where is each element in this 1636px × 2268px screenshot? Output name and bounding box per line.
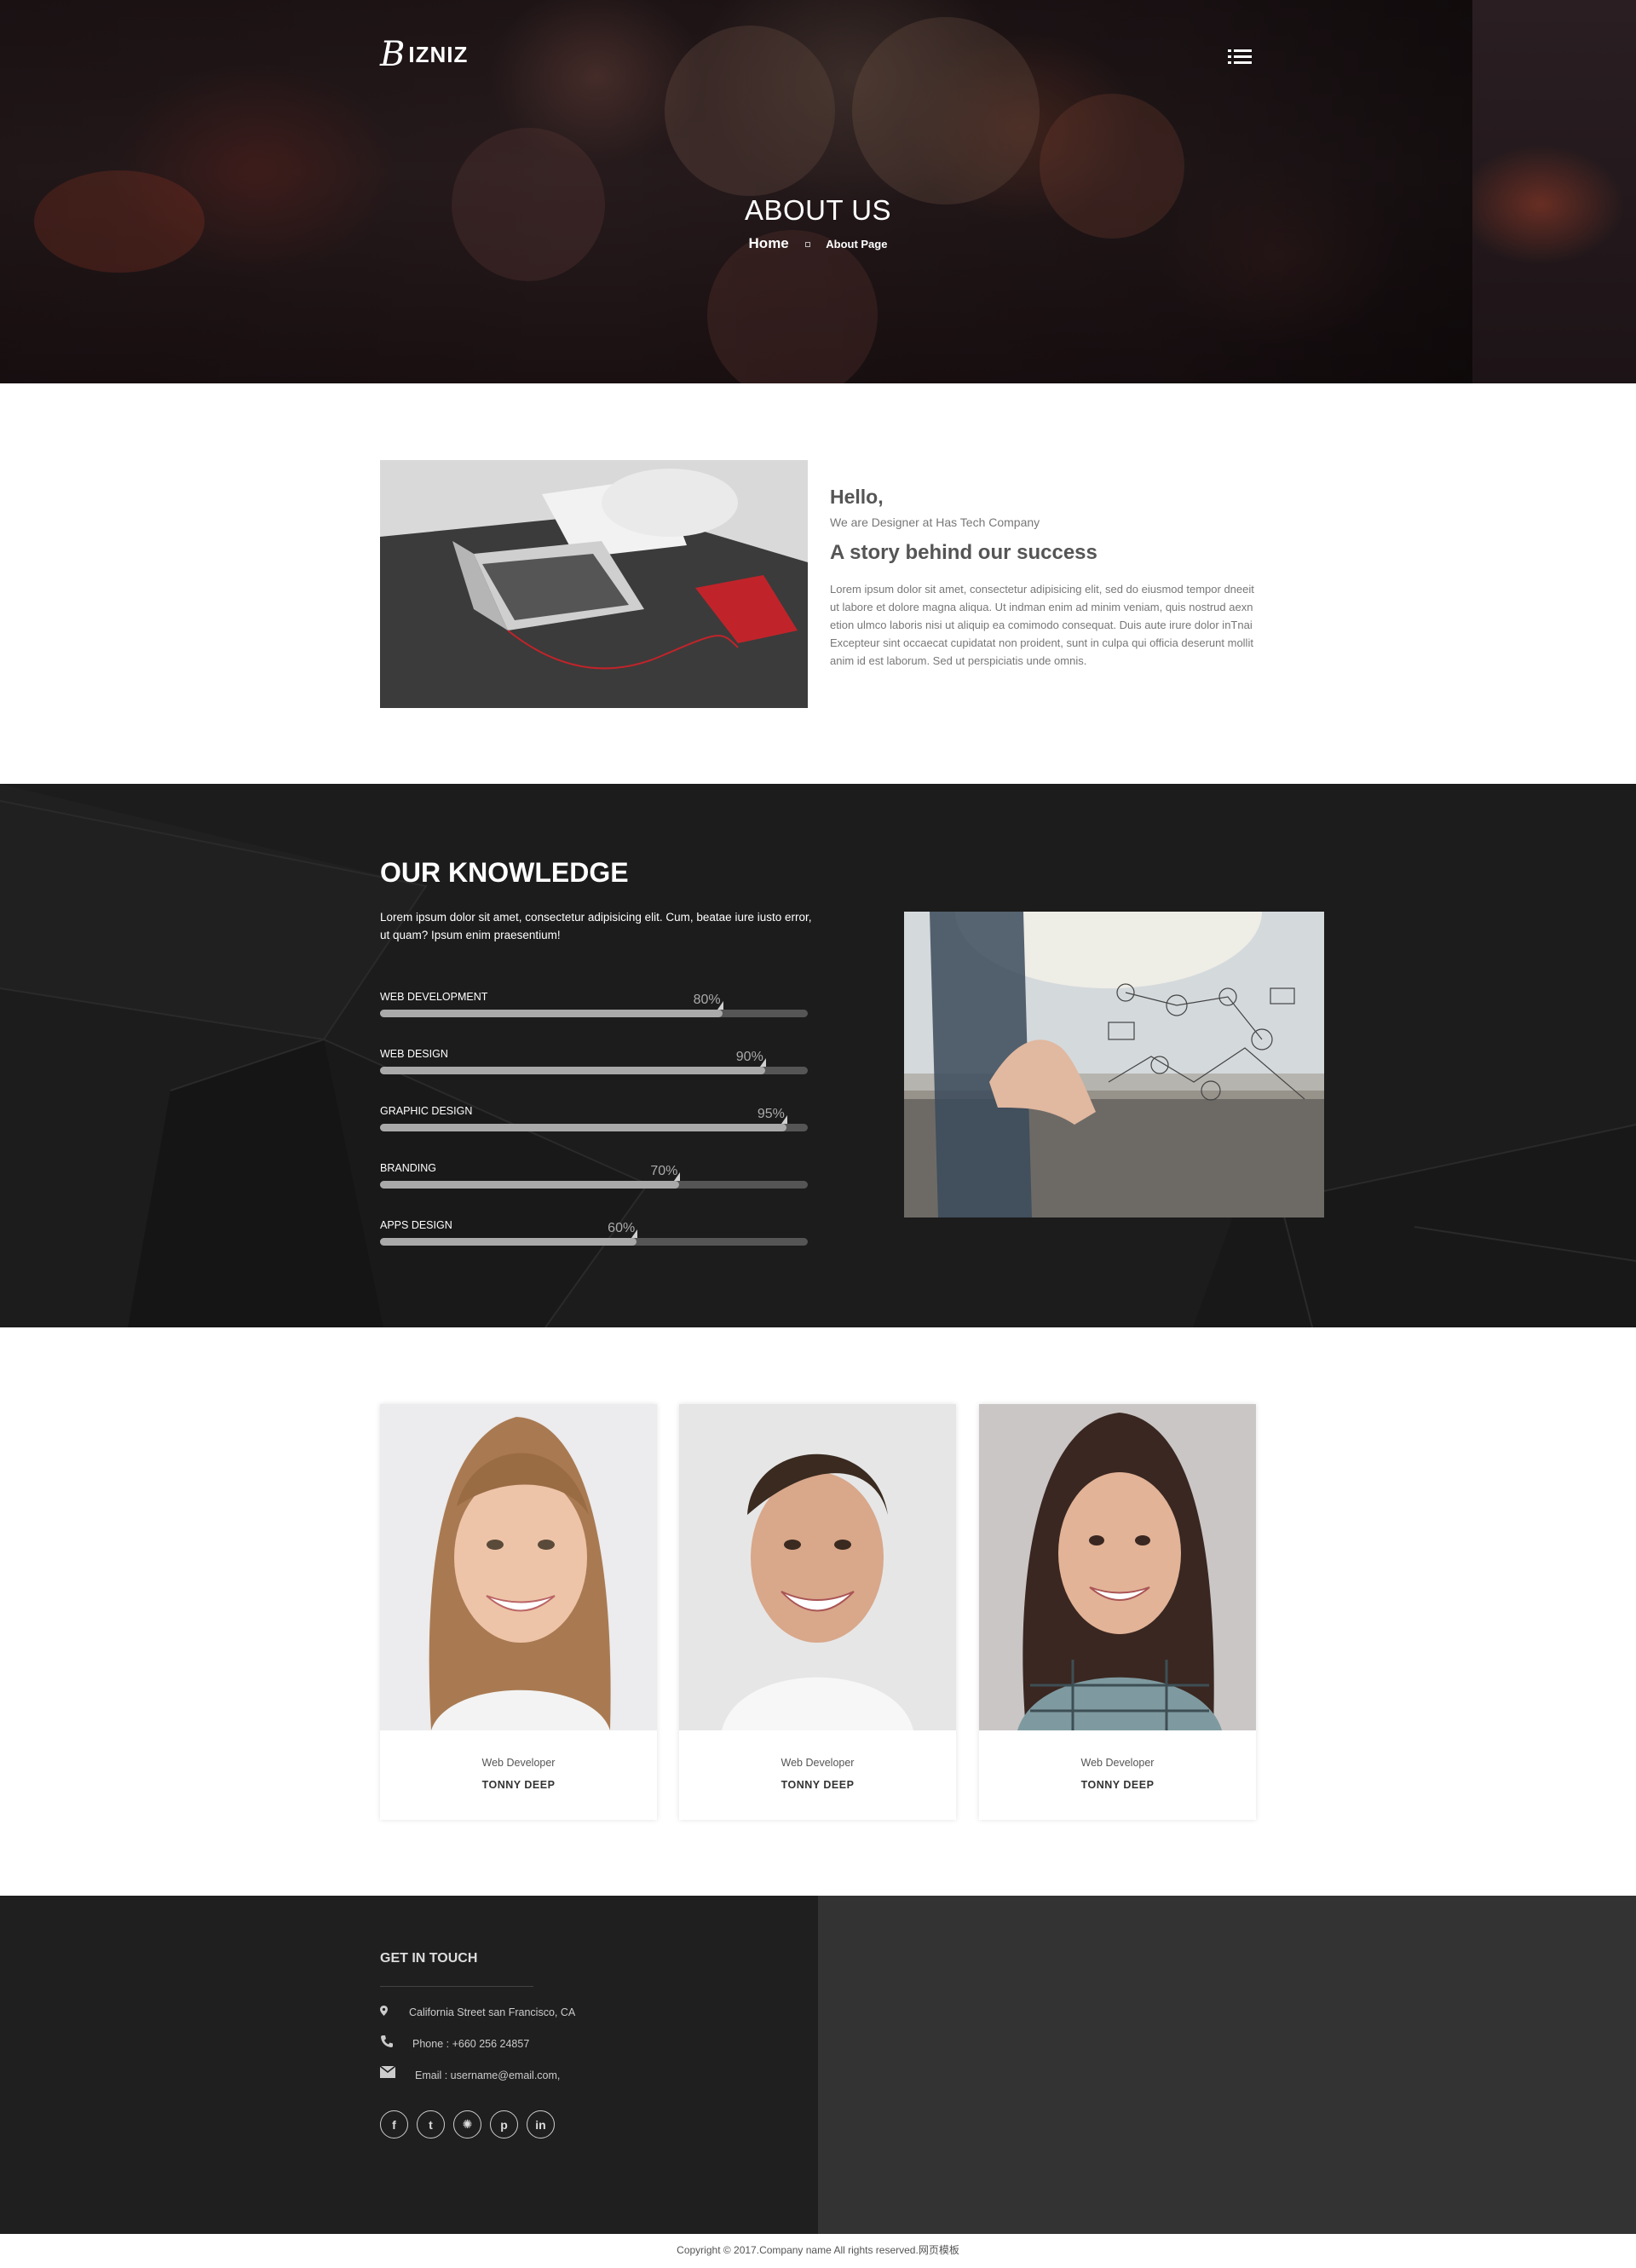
knowledge-section xyxy=(0,784,1636,1327)
team-role-1: Web Developer xyxy=(481,1757,556,1769)
about-text-block: Hello, We are Designer at Has Tech Compa… xyxy=(830,486,1256,670)
footer-contact-panel xyxy=(0,1896,818,2234)
team-photo-1 xyxy=(380,1404,657,1730)
skill-row: APPS DESIGN 60% xyxy=(380,1219,808,1253)
team-name-1: TONNY DEEP xyxy=(481,1779,556,1791)
skill-bar-track xyxy=(380,1181,808,1189)
pinterest-icon[interactable]: p xyxy=(490,2110,518,2138)
skill-label: GRAPHIC DESIGN xyxy=(380,1105,473,1117)
logo-script-letter: B xyxy=(380,35,406,74)
phone-icon xyxy=(381,2035,393,2047)
contact-address-text: California Street san Francisco, CA xyxy=(409,2006,576,2018)
knowledge-description: Lorem ipsum dolor sit amet, consectetur … xyxy=(380,911,812,941)
skill-bar-fill xyxy=(380,1238,637,1246)
team-role-2: Web Developer xyxy=(781,1757,855,1769)
skill-label: WEB DEVELOPMENT xyxy=(380,991,488,1003)
skill-marker-icon xyxy=(631,1229,638,1238)
skill-label: WEB DESIGN xyxy=(380,1048,448,1060)
footer-right-panel xyxy=(818,1896,1636,2234)
skill-label: BRANDING xyxy=(380,1162,436,1174)
skill-row: WEB DEVELOPMENT 80% xyxy=(380,991,808,1025)
contact-email-text[interactable]: Email : username@email.com, xyxy=(415,2069,560,2081)
knowledge-image xyxy=(904,912,1324,1217)
linkedin-icon[interactable]: in xyxy=(527,2110,555,2138)
site-logo[interactable]: B IZNIZ xyxy=(380,37,468,72)
team-name-2: TONNY DEEP xyxy=(781,1779,855,1791)
skill-bar-track xyxy=(380,1067,808,1074)
about-paragraph: Lorem ipsum dolor sit amet, consectetur … xyxy=(830,583,1254,667)
map-marker-icon xyxy=(380,2006,388,2016)
hero-banner xyxy=(0,0,1636,383)
envelope-icon xyxy=(380,2066,395,2078)
skill-bar-fill xyxy=(380,1010,723,1017)
menu-icon[interactable] xyxy=(1228,48,1252,66)
skill-label: APPS DESIGN xyxy=(380,1219,452,1231)
team-photo-3 xyxy=(979,1404,1256,1730)
team-card-1[interactable]: Web Developer TONNY DEEP xyxy=(380,1404,657,1820)
breadcrumb-current: About Page xyxy=(826,238,888,250)
facebook-icon[interactable]: f xyxy=(380,2110,408,2138)
social-links: f t ✺ p in xyxy=(380,2110,555,2138)
hero-edge-image xyxy=(1472,0,1636,383)
skill-marker-icon xyxy=(717,1001,723,1010)
dribbble-icon[interactable]: ✺ xyxy=(453,2110,481,2138)
breadcrumb: Home About Page xyxy=(0,235,1636,252)
about-heading: A story behind our success xyxy=(830,541,1097,564)
about-hello: Hello, xyxy=(830,486,884,508)
skill-marker-icon xyxy=(674,1172,681,1181)
skill-bar-fill xyxy=(380,1124,786,1131)
team-name-3: TONNY DEEP xyxy=(1080,1779,1155,1791)
skill-marker-icon xyxy=(759,1058,766,1067)
twitter-icon[interactable]: t xyxy=(417,2110,445,2138)
skill-bar-track xyxy=(380,1010,808,1017)
skill-marker-icon xyxy=(781,1115,787,1124)
skill-bar-track xyxy=(380,1124,808,1131)
team-role-3: Web Developer xyxy=(1080,1757,1155,1769)
copyright-text: Copyright © 2017.Company name All rights… xyxy=(677,2244,959,2256)
knowledge-title: OUR KNOWLEDGE xyxy=(380,857,629,888)
about-laptop-image xyxy=(380,460,808,708)
skill-bar-fill xyxy=(380,1181,680,1189)
breadcrumb-home-link[interactable]: Home xyxy=(749,235,789,251)
skill-row: GRAPHIC DESIGN 95% xyxy=(380,1105,808,1139)
team-photo-2 xyxy=(679,1404,956,1730)
skill-row: WEB DESIGN 90% xyxy=(380,1048,808,1082)
about-subtitle: We are Designer at Has Tech Company xyxy=(830,515,1040,529)
skill-bar-track xyxy=(380,1238,808,1246)
team-card-2[interactable]: Web Developer TONNY DEEP xyxy=(679,1404,956,1820)
contact-phone-text: Phone : +660 256 24857 xyxy=(412,2038,530,2050)
footer-title-divider xyxy=(380,1986,533,1987)
page-title: ABOUT US xyxy=(744,194,892,226)
team-card-3[interactable]: Web Developer TONNY DEEP xyxy=(979,1404,1256,1820)
skill-bar-fill xyxy=(380,1067,765,1074)
skill-row: BRANDING 70% xyxy=(380,1162,808,1196)
logo-text: IZNIZ xyxy=(408,41,469,67)
breadcrumb-separator-icon xyxy=(804,241,810,247)
footer-title: GET IN TOUCH xyxy=(380,1951,478,1966)
